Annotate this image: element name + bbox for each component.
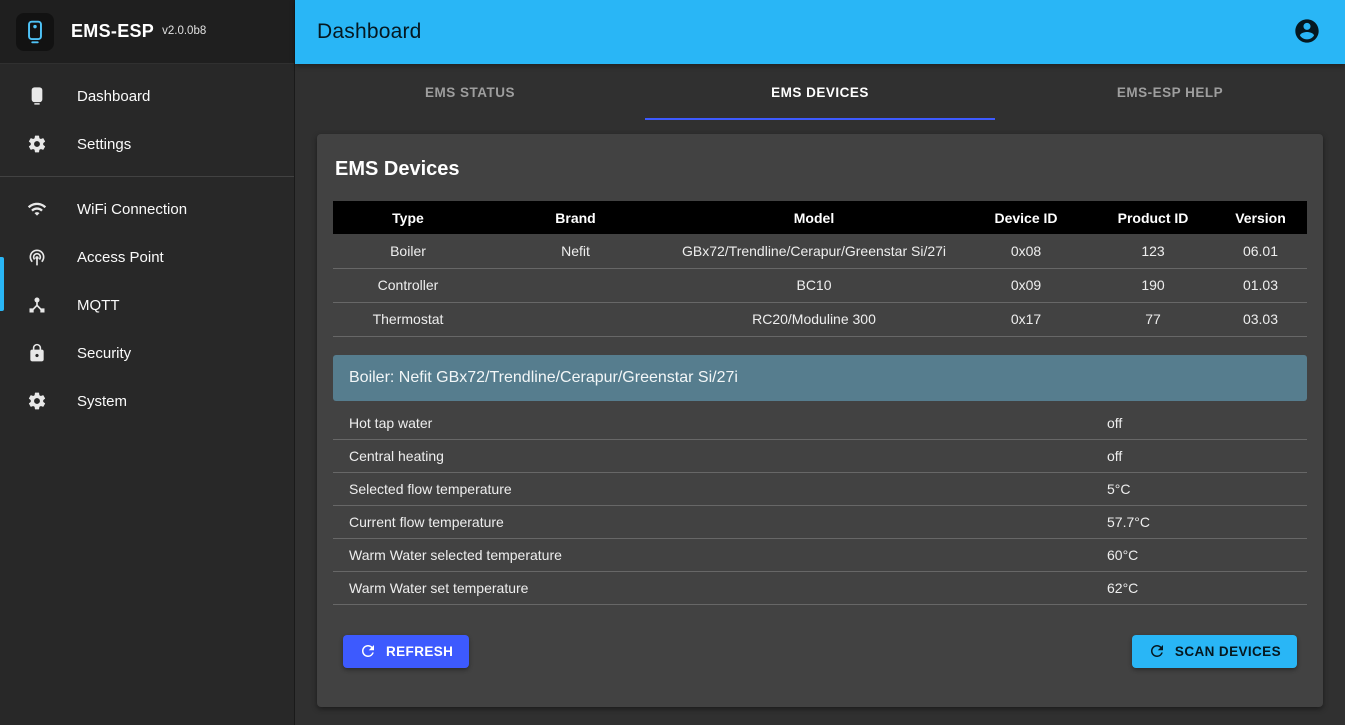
detail-value: off [1107, 448, 1307, 464]
cell-product-id: 77 [1092, 302, 1214, 336]
cell-brand [483, 302, 668, 336]
main-column: Dashboard EMS STATUS EMS DEVICES EMS-ESP… [295, 0, 1345, 725]
table-header-row: Type Brand Model Device ID Product ID Ve… [333, 201, 1307, 234]
column-header-brand: Brand [483, 201, 668, 234]
app-root: EMS-ESP v2.0.0b8 Dashboard Settings [0, 0, 1345, 725]
column-header-device-id: Device ID [960, 201, 1092, 234]
cell-type: Boiler [333, 234, 483, 268]
table-row-controller[interactable]: Controller BC10 0x09 190 01.03 [333, 268, 1307, 302]
content-area: EMS Devices Type Brand Model Device ID P… [295, 120, 1345, 725]
cell-type: Controller [333, 268, 483, 302]
column-header-type: Type [333, 201, 483, 234]
sidebar-item-label: Settings [77, 136, 131, 153]
sidebar-header: EMS-ESP v2.0.0b8 [0, 0, 294, 64]
detail-label: Warm Water set temperature [349, 580, 1107, 596]
sidebar-item-wifi-connection[interactable]: WiFi Connection [0, 185, 294, 233]
tab-ems-status[interactable]: EMS STATUS [295, 64, 645, 120]
detail-row-hot-tap-water: Hot tap water off [333, 407, 1307, 440]
cell-version: 01.03 [1214, 268, 1307, 302]
cell-device-id: 0x08 [960, 234, 1092, 268]
dashboard-device-icon [27, 86, 47, 106]
sidebar-item-access-point[interactable]: Access Point [0, 233, 294, 281]
gear-icon [27, 134, 47, 154]
devices-table: Type Brand Model Device ID Product ID Ve… [333, 201, 1307, 337]
cell-brand [483, 268, 668, 302]
lock-icon [27, 343, 47, 363]
cell-version: 06.01 [1214, 234, 1307, 268]
topbar: Dashboard [295, 0, 1345, 64]
detail-value: 57.7°C [1107, 514, 1307, 530]
app-logo-icon [16, 13, 54, 51]
wifi-icon [27, 199, 47, 219]
tab-ems-devices[interactable]: EMS DEVICES [645, 64, 995, 120]
ems-devices-card: EMS Devices Type Brand Model Device ID P… [317, 134, 1323, 707]
sidebar-item-label: Dashboard [77, 88, 150, 105]
cell-model: RC20/Moduline 300 [668, 302, 960, 336]
sidebar-item-label: WiFi Connection [77, 201, 187, 218]
sidebar-item-mqtt[interactable]: MQTT [0, 281, 294, 329]
detail-row-selected-flow-temp: Selected flow temperature 5°C [333, 473, 1307, 506]
cell-product-id: 190 [1092, 268, 1214, 302]
table-row-thermostat[interactable]: Thermostat RC20/Moduline 300 0x17 77 03.… [333, 302, 1307, 336]
sidebar-scrollbar[interactable] [0, 257, 4, 311]
detail-label: Selected flow temperature [349, 481, 1107, 497]
app-name: EMS-ESP [71, 21, 154, 42]
sidebar-item-label: Access Point [77, 249, 164, 266]
detail-label: Hot tap water [349, 415, 1107, 431]
device-detail-header: Boiler: Nefit GBx72/Trendline/Cerapur/Gr… [333, 355, 1307, 401]
detail-row-central-heating: Central heating off [333, 440, 1307, 473]
detail-value: 5°C [1107, 481, 1307, 497]
table-row-boiler[interactable]: Boiler Nefit GBx72/Trendline/Cerapur/Gre… [333, 234, 1307, 268]
detail-row-ww-selected-temp: Warm Water selected temperature 60°C [333, 539, 1307, 572]
sidebar-item-label: Security [77, 345, 131, 362]
tab-bar: EMS STATUS EMS DEVICES EMS-ESP HELP [295, 64, 1345, 120]
detail-label: Warm Water selected temperature [349, 547, 1107, 563]
cell-device-id: 0x09 [960, 268, 1092, 302]
column-header-model: Model [668, 201, 960, 234]
cell-version: 03.03 [1214, 302, 1307, 336]
device-detail-rows: Hot tap water off Central heating off Se… [333, 407, 1307, 605]
account-circle-icon [1293, 17, 1321, 45]
refresh-icon [359, 642, 377, 660]
detail-value: 60°C [1107, 547, 1307, 563]
cell-model: BC10 [668, 268, 960, 302]
sidebar-nav: Dashboard Settings WiFi Connection Acc [0, 64, 294, 425]
card-actions: REFRESH SCAN DEVICES [333, 635, 1307, 668]
detail-label: Central heating [349, 448, 1107, 464]
cell-type: Thermostat [333, 302, 483, 336]
sidebar-item-security[interactable]: Security [0, 329, 294, 377]
page-title: Dashboard [317, 20, 422, 44]
detail-value: 62°C [1107, 580, 1307, 596]
detail-label: Current flow temperature [349, 514, 1107, 530]
scan-devices-button-label: SCAN DEVICES [1175, 644, 1281, 659]
column-header-version: Version [1214, 201, 1307, 234]
sidebar: EMS-ESP v2.0.0b8 Dashboard Settings [0, 0, 295, 725]
app-version: v2.0.0b8 [162, 25, 206, 37]
sidebar-divider [0, 176, 294, 177]
detail-row-ww-set-temp: Warm Water set temperature 62°C [333, 572, 1307, 605]
detail-value: off [1107, 415, 1307, 431]
refresh-icon [1148, 642, 1166, 660]
sidebar-item-label: MQTT [77, 297, 120, 314]
gear-icon [27, 391, 47, 411]
scan-devices-button[interactable]: SCAN DEVICES [1132, 635, 1297, 668]
account-button[interactable] [1293, 17, 1323, 47]
refresh-button[interactable]: REFRESH [343, 635, 469, 668]
cell-brand: Nefit [483, 234, 668, 268]
sidebar-item-settings[interactable]: Settings [0, 120, 294, 168]
device-hub-icon [27, 295, 47, 315]
tab-ems-esp-help[interactable]: EMS-ESP HELP [995, 64, 1345, 120]
cell-product-id: 123 [1092, 234, 1214, 268]
cell-device-id: 0x17 [960, 302, 1092, 336]
refresh-button-label: REFRESH [386, 644, 453, 659]
detail-row-current-flow-temp: Current flow temperature 57.7°C [333, 506, 1307, 539]
cell-model: GBx72/Trendline/Cerapur/Greenstar Si/27i [668, 234, 960, 268]
sidebar-item-label: System [77, 393, 127, 410]
column-header-product-id: Product ID [1092, 201, 1214, 234]
access-point-icon [27, 247, 47, 267]
sidebar-item-dashboard[interactable]: Dashboard [0, 72, 294, 120]
card-title: EMS Devices [335, 158, 1305, 181]
sidebar-item-system[interactable]: System [0, 377, 294, 425]
